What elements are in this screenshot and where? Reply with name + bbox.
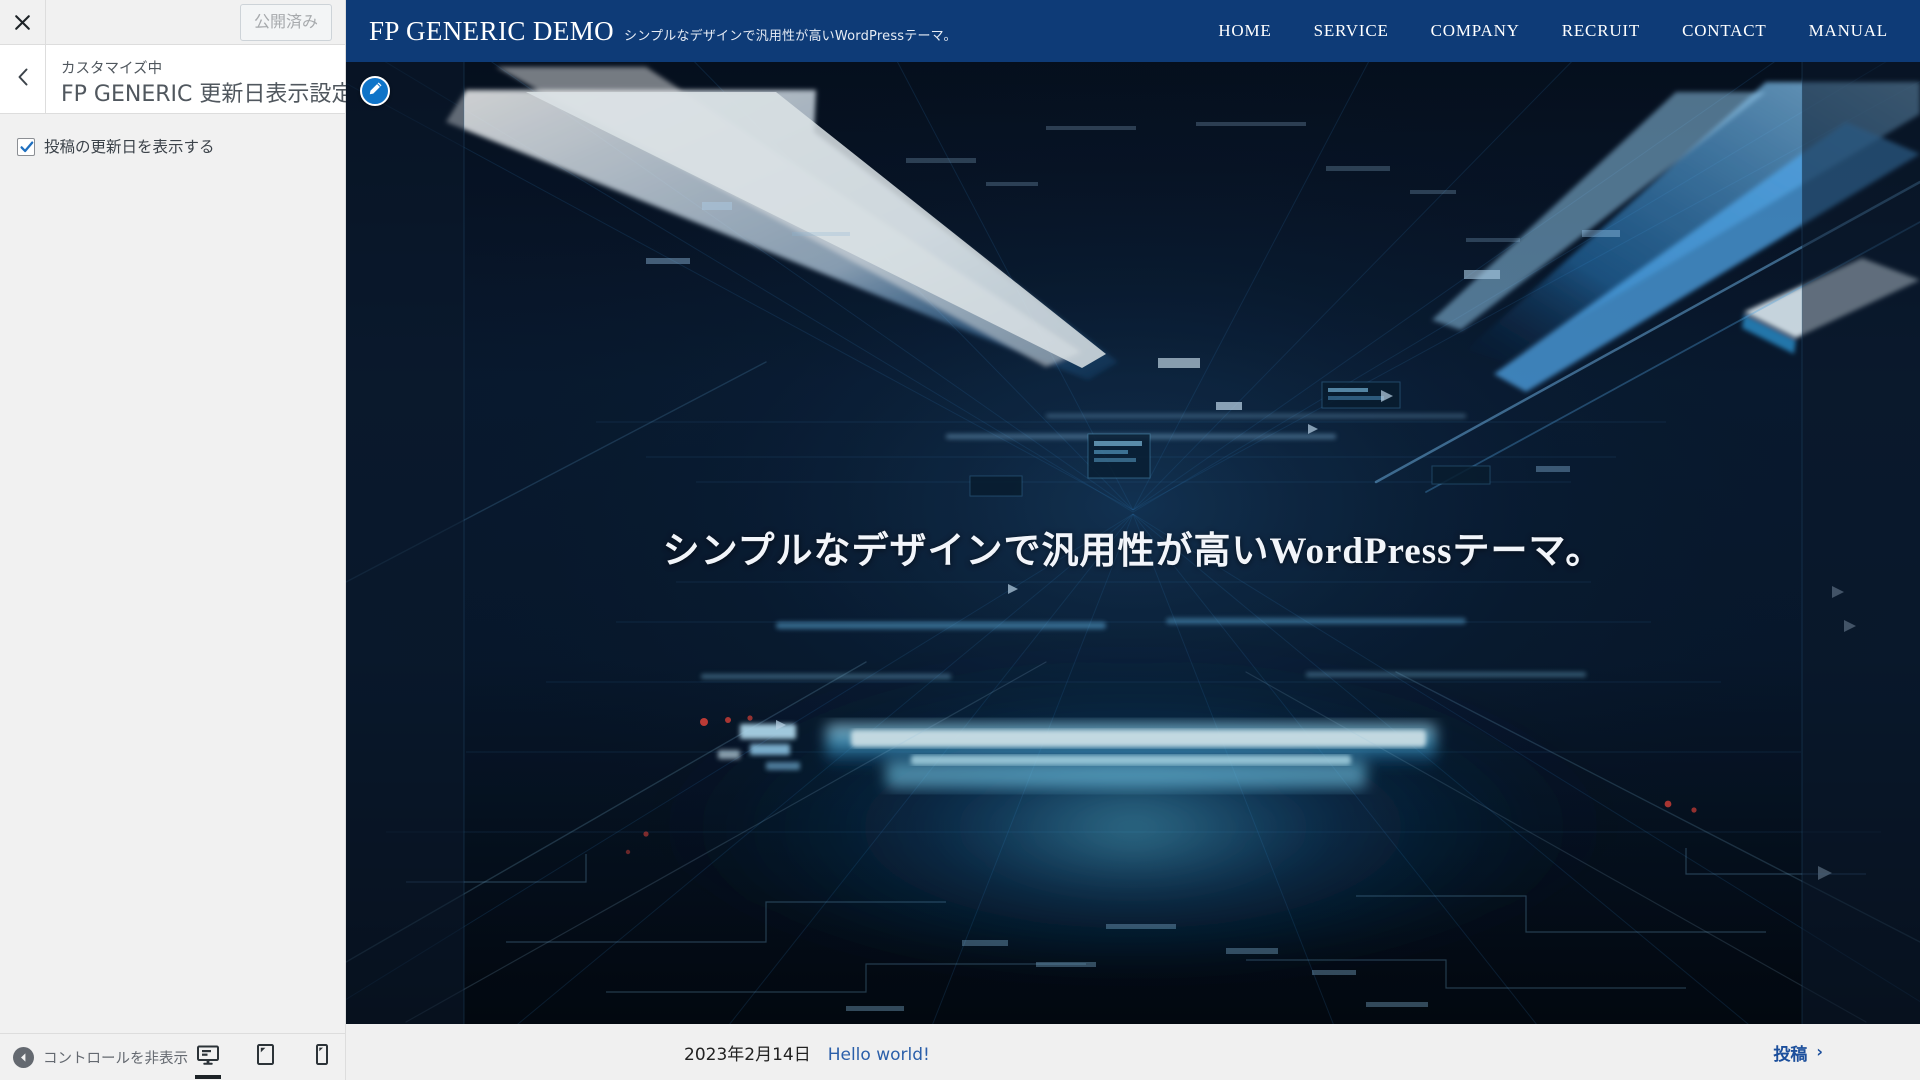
control-show-updated-date[interactable]: 投稿の更新日を表示する [17,136,328,159]
post-navigation: 2023年2月14日 Hello world! 投稿 › [346,1024,1920,1080]
customizer-app: 公開済み カスタマイズ中 FP GENERIC 更新日表示設定 投稿の更新日を表… [0,0,1920,1080]
panel-header: カスタマイズ中 FP GENERIC 更新日表示設定 [0,45,353,114]
nav-item-contact[interactable]: CONTACT [1682,21,1767,41]
show-updated-date-label[interactable]: 投稿の更新日を表示する [44,136,215,159]
customizer-sidebar: 公開済み カスタマイズ中 FP GENERIC 更新日表示設定 投稿の更新日を表… [0,0,353,1080]
post-date: 2023年2月14日 [684,1044,811,1065]
post-nav-previous: 2023年2月14日 Hello world! [684,1040,930,1065]
nav-item-recruit[interactable]: RECRUIT [1562,21,1640,41]
post-nav-next[interactable]: 投稿 › [1773,1040,1823,1065]
show-updated-date-checkbox[interactable] [17,138,35,156]
nav-item-company[interactable]: COMPANY [1431,21,1520,41]
site-title[interactable]: FP GENERIC DEMO [369,16,614,47]
panel-title: FP GENERIC 更新日表示設定 [61,81,354,107]
site-preview: FP GENERIC DEMO シンプルなデザインで汎用性が高いWordPres… [346,0,1920,1080]
post-nav-next-label: 投稿 [1773,1044,1808,1065]
edit-shortcut-button[interactable] [360,76,390,106]
checkmark-icon [20,141,34,153]
nav-item-home[interactable]: HOME [1218,21,1271,41]
hero-headline: シンプルなデザインで汎用性が高いWordPressテーマ。 [662,530,1604,572]
post-title-link[interactable]: Hello world! [828,1045,930,1065]
hero-section: シンプルなデザインで汎用性が高いWordPressテーマ。 [346,62,1920,1024]
customizer-sidebar-footer: コントロールを非表示 [0,1033,345,1080]
desktop-icon [197,1045,219,1070]
chevron-left-icon [17,68,29,91]
collapse-controls-button[interactable]: コントロールを非表示 [13,1046,188,1068]
site-header: FP GENERIC DEMO シンプルなデザインで汎用性が高いWordPres… [346,0,1920,62]
pencil-icon [368,81,383,101]
nav-item-manual[interactable]: MANUAL [1809,21,1888,41]
device-preview-group [188,1034,366,1080]
primary-navigation: HOME SERVICE COMPANY RECRUIT CONTACT MAN… [1218,21,1888,41]
panel-back-button[interactable] [0,45,46,113]
chevron-right-icon: › [1816,1042,1823,1061]
tablet-icon [256,1044,274,1070]
panel-body: 投稿の更新日を表示する [0,114,345,1033]
site-tagline: シンプルなデザインで汎用性が高いWordPressテーマ。 [624,28,957,44]
publish-button[interactable]: 公開済み [239,3,332,41]
panel-titles: カスタマイズ中 FP GENERIC 更新日表示設定 [46,45,353,113]
close-icon [14,14,31,31]
preview-mobile-button[interactable] [302,1034,342,1080]
panel-eyebrow: カスタマイズ中 [61,61,163,78]
arrow-left-circle-icon [13,1046,34,1068]
collapse-controls-label: コントロールを非表示 [43,1050,188,1067]
preview-desktop-button[interactable] [188,1034,228,1080]
close-customizer-button[interactable] [0,0,46,44]
site-branding[interactable]: FP GENERIC DEMO シンプルなデザインで汎用性が高いWordPres… [369,16,957,47]
preview-tablet-button[interactable] [245,1034,285,1080]
nav-item-service[interactable]: SERVICE [1314,21,1389,41]
customizer-topbar: 公開済み [0,0,345,45]
mobile-icon [316,1044,328,1070]
